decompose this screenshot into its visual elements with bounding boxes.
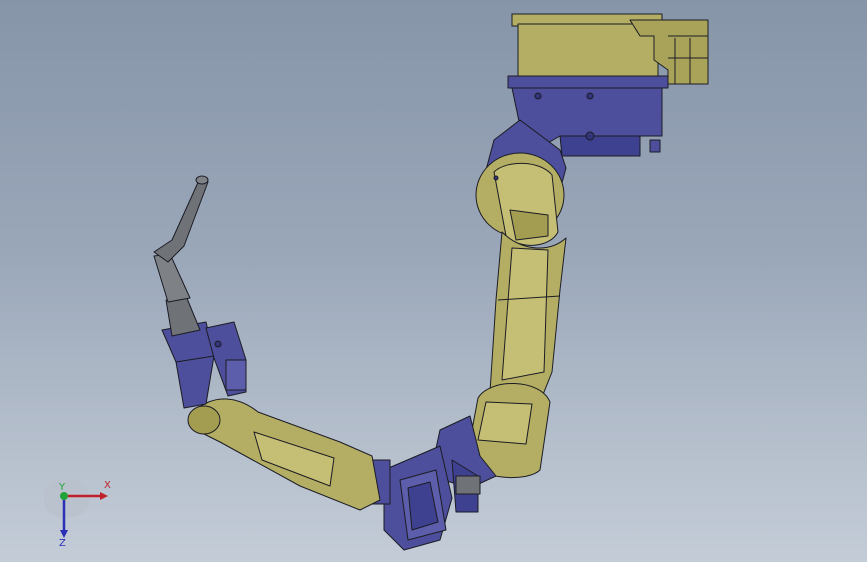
base-flange: [507, 75, 669, 89]
bolt-2: [586, 92, 594, 100]
orientation-triad: X Y Z: [44, 478, 111, 548]
z-axis-label: Z: [59, 538, 66, 548]
upper-arm[interactable]: [489, 231, 567, 403]
y-axis-arrow: [60, 492, 68, 500]
torch-neck: [153, 177, 209, 263]
wrist-housing[interactable]: [371, 445, 453, 551]
z-axis-head: [60, 530, 68, 538]
torch-nozzle: [165, 295, 201, 337]
bolt-1: [534, 92, 542, 100]
y-axis-label: Y: [58, 482, 66, 493]
graphics-viewport[interactable]: X Y Z: [0, 0, 867, 562]
welding-torch[interactable]: [153, 175, 209, 337]
robot-model-scene[interactable]: [0, 0, 867, 562]
x-axis-head: [100, 492, 108, 500]
forearm[interactable]: [187, 398, 381, 511]
bolt-3: [585, 131, 595, 141]
x-axis-label: X: [104, 480, 111, 491]
elbow-motor: [455, 475, 481, 495]
